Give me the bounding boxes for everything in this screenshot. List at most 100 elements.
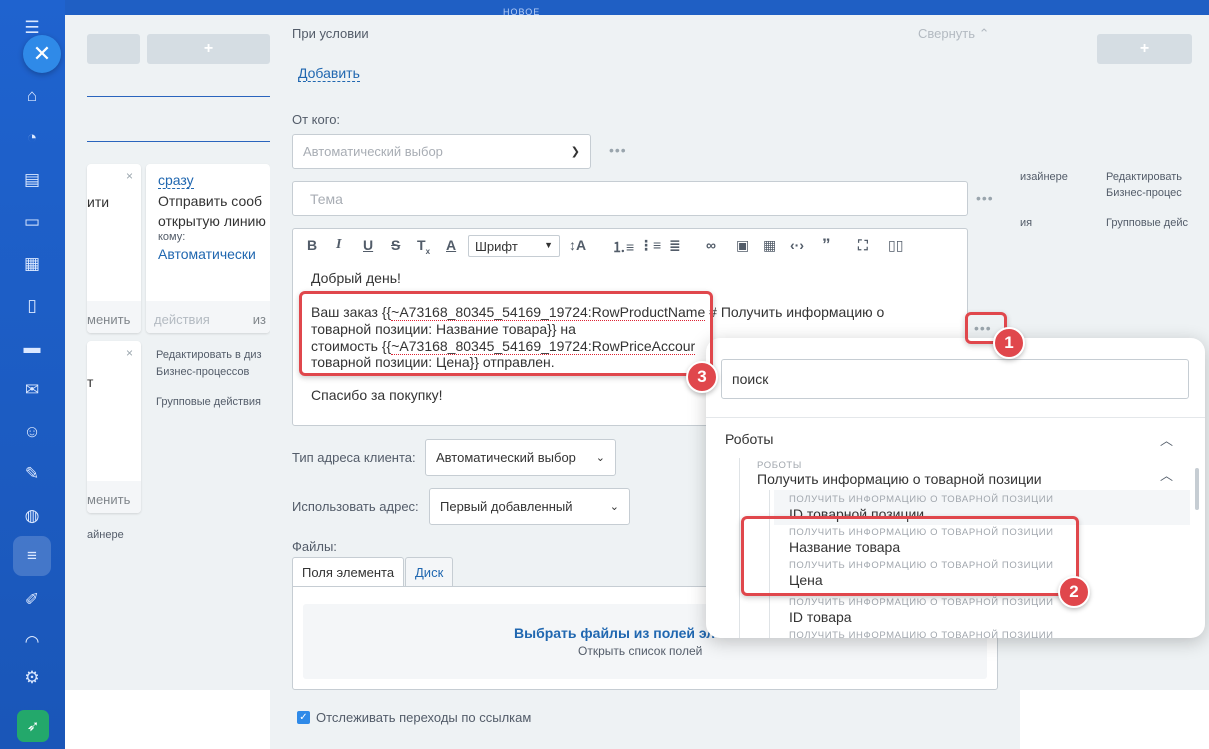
chevron-up-icon: ⌃ (978, 26, 990, 41)
annotation-box-2 (741, 516, 1079, 596)
crm-icon[interactable]: ◔ (18, 124, 46, 152)
tab-element-fields[interactable]: Поля элемента (292, 557, 405, 587)
bullet-list-icon[interactable]: ⋮≡ (639, 237, 661, 254)
tasks-icon[interactable]: ▤ (18, 166, 46, 194)
sign-icon[interactable]: ✎ (18, 460, 46, 488)
speed-icon[interactable]: ◠ (18, 628, 46, 656)
robot-card[interactable]: × ити менить (87, 164, 141, 333)
settings-icon[interactable]: ⚙ (18, 664, 46, 692)
underline-icon[interactable]: U (363, 237, 373, 253)
section-robots[interactable]: Роботы (725, 431, 773, 447)
group-actions-link[interactable]: Групповые действия (156, 396, 261, 408)
chevron-up-icon[interactable]: ︿ (1160, 430, 1173, 449)
from-select[interactable]: Автоматический выбор ❯ (292, 134, 591, 169)
group-actions-link[interactable]: Групповые дейс (1106, 217, 1188, 229)
edit-designer-link-2[interactable]: Бизнес-процес (1106, 187, 1182, 199)
robot-card[interactable]: сразу Отправить сооб открытую линию кому… (146, 164, 270, 333)
popup-divider (706, 417, 1205, 418)
home-icon[interactable]: ⌂ (18, 82, 46, 110)
bot-icon[interactable]: ◍ (18, 502, 46, 530)
automation-icon[interactable]: ≡ (18, 542, 46, 570)
group-get-product-info[interactable]: Получить информацию о товарной позиции (757, 471, 1042, 487)
strikethrough-icon[interactable]: S (391, 237, 400, 253)
annotation-badge-1: 1 (993, 327, 1025, 359)
close-slider-button[interactable]: ✕ (23, 35, 61, 73)
annotation-badge-3: 3 (686, 361, 718, 393)
card-footer: действия из (146, 301, 270, 333)
chat-icon[interactable]: ▭ (18, 208, 46, 236)
image-icon[interactable]: ▣ (736, 237, 749, 254)
fullscreen-icon[interactable]: ⛶ (858, 237, 868, 254)
card-footer[interactable]: менить (87, 481, 141, 513)
editor-thanks: Спасибо за покупку! (311, 387, 443, 403)
edit-doc-icon[interactable]: ✐ (18, 586, 46, 614)
more-icon[interactable]: ••• (609, 142, 627, 158)
designer-link[interactable]: изайнере (1020, 171, 1068, 183)
collapse-link[interactable]: Свернуть ⌃ (918, 26, 990, 42)
list-item[interactable]: ID товара (789, 609, 852, 625)
files-label: Файлы: (292, 539, 337, 554)
more-icon[interactable]: ••• (976, 190, 994, 206)
edit-designer-link[interactable]: Редактировать (1106, 171, 1182, 183)
actions-link[interactable]: ия (1020, 217, 1032, 229)
popup-search-input[interactable]: поиск (721, 359, 1189, 399)
item-caption: ПОЛУЧИТЬ ИНФОРМАЦИЮ О ТОВАРНОЙ ПОЗИЦИИ (789, 597, 1054, 608)
text-color-icon[interactable]: A (446, 237, 456, 253)
choose-files-link[interactable]: Выбрать файлы из полей эл (514, 625, 715, 641)
track-links-checkbox[interactable]: ✓ (297, 711, 310, 724)
mail-icon[interactable]: ✉ (18, 376, 46, 404)
calendar-icon[interactable]: ▦ (18, 250, 46, 278)
card-footer[interactable]: менить (87, 301, 141, 333)
card-edit-link[interactable]: из (253, 312, 266, 327)
card-title-2: открытую линию (158, 213, 266, 229)
card-timing-link[interactable]: сразу (158, 172, 194, 189)
item-caption: ПОЛУЧИТЬ ИНФОРМАЦИЮ О ТОВАРНОЙ ПОЗИЦИИ (789, 494, 1054, 505)
card-who-value[interactable]: Автоматически (158, 246, 256, 262)
rocket-icon[interactable]: ➶ (17, 710, 49, 742)
chevron-up-icon[interactable]: ︿ (1160, 465, 1173, 484)
quote-icon[interactable]: ” (822, 235, 831, 255)
column-divider (87, 96, 270, 97)
clear-format-icon[interactable]: Tx (417, 237, 430, 256)
edit-in-designer-link[interactable]: Редактировать в диз (156, 349, 262, 361)
add-column-button[interactable]: + (1097, 34, 1192, 64)
tab-disk[interactable]: Диск (405, 557, 454, 587)
use-address-select[interactable]: Первый добавленный ⌄ (429, 488, 630, 525)
html-mode-icon[interactable]: ▯▯ (888, 237, 903, 254)
table-icon[interactable]: ▦ (763, 237, 776, 254)
code-icon[interactable]: ‹·› (790, 237, 804, 253)
address-type-select[interactable]: Автоматический выбор ⌄ (425, 439, 616, 476)
use-address-label: Использовать адрес: (292, 499, 419, 514)
card-text: ити (87, 194, 110, 210)
left-sidebar: ☰ ⌂ ◔ ▤ ▭ ▦ ▯ ▬ ✉ ☺ ✎ ◍ ≡ ✐ ◠ ⚙ ➶ (0, 0, 65, 749)
storage-icon[interactable]: ▬ (18, 334, 46, 362)
font-select[interactable]: Шрифт ▼ (468, 235, 560, 257)
column-divider (87, 141, 270, 142)
address-type-label: Тип адреса клиента: (292, 450, 416, 465)
bold-icon[interactable]: B (307, 237, 317, 253)
ordered-list-icon[interactable]: ⒈≡ (612, 237, 634, 257)
add-column-button[interactable]: + (147, 34, 270, 64)
align-icon[interactable]: ≣ (669, 237, 681, 254)
contacts-icon[interactable]: ☺ (18, 418, 46, 446)
documents-icon[interactable]: ▯ (18, 292, 46, 320)
edit-in-designer-link-2[interactable]: Бизнес-процессов (156, 366, 249, 378)
link-icon[interactable]: ∞ (706, 237, 716, 253)
robot-card[interactable]: × т менить (87, 341, 141, 513)
card-actions-link[interactable]: действия (154, 312, 210, 327)
open-fields-link[interactable]: Открыть список полей (578, 644, 702, 658)
close-icon[interactable]: × (126, 346, 133, 360)
designer-link[interactable]: айнере (87, 529, 124, 541)
editor-toolbar: B I U S Tx A Шрифт ▼ ↕A ⒈≡ ⋮≡ ≣ ∞ ▣ ▦ ‹·›… (293, 229, 967, 263)
font-size-icon[interactable]: ↕A (569, 237, 586, 253)
italic-icon[interactable]: I (336, 237, 341, 253)
add-column-button[interactable] (87, 34, 140, 64)
track-links-label: Отслеживать переходы по ссылкам (316, 710, 532, 725)
subject-input[interactable]: Тема (292, 181, 968, 216)
annotation-badge-2: 2 (1058, 576, 1090, 608)
condition-label: При условии (292, 26, 369, 41)
popup-scrollbar[interactable] (1195, 468, 1199, 510)
close-icon[interactable]: × (126, 169, 133, 183)
add-condition-link[interactable]: Добавить (298, 65, 360, 82)
tree-line (739, 458, 740, 638)
